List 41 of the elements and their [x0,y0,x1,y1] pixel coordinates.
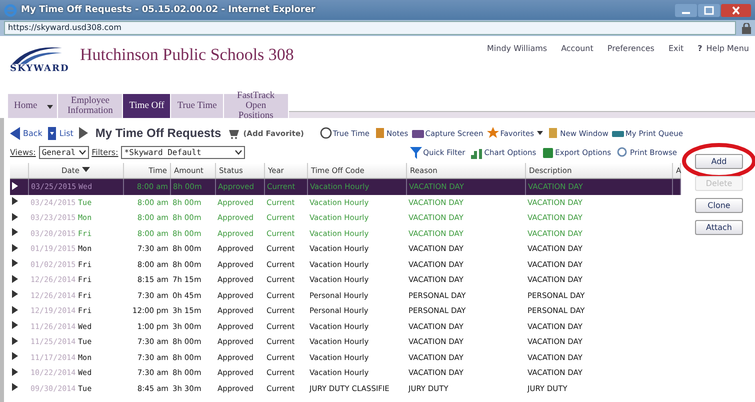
chevron-icon [78,150,86,155]
window-title: My Time Off Requests - 05.15.02.00.02 - Internet Explorer [21,5,316,15]
maximize-icon[interactable] [698,4,720,16]
filters-link[interactable]: Filters: [92,148,118,157]
header-link[interactable]: Preferences [607,44,654,53]
list-link[interactable]: List [59,128,74,138]
dropdown-caret-icon [537,131,544,135]
chevron-icon [235,150,242,155]
browser-icon [4,4,17,16]
help-link[interactable]: Help Menu [706,44,749,53]
help-icon: ? [698,44,702,53]
sort-caret-icon [82,167,90,173]
header-link[interactable]: Account [561,44,594,53]
chart-icon [471,146,484,158]
close-icon[interactable] [721,4,751,16]
caret-icon[interactable] [43,94,58,118]
header-link[interactable]: Mindy Williams [487,44,548,53]
nav-tab[interactable]: Time Off [123,94,170,118]
cart-icon[interactable] [228,128,240,138]
action-button[interactable]: Add [695,154,743,168]
funnel-icon [410,146,422,158]
star-icon [487,127,500,139]
back-link[interactable]: Back [23,128,42,138]
action-button[interactable]: Attach [695,220,743,234]
page-title: My Time Off Requests [95,126,222,140]
filter-dropdown[interactable]: *Skyward Default [121,146,246,159]
play-arrow-icon [79,127,88,139]
logo-text: SKYWARD [10,64,70,75]
back-arrow-icon[interactable] [10,126,20,140]
list-icon[interactable] [48,126,56,140]
lock-icon [742,22,751,34]
nav-tab[interactable]: Employee Information [58,94,122,118]
header-link[interactable]: Exit [668,44,684,53]
action-button[interactable]: Clone [695,198,743,212]
address-field[interactable]: https://skyward.usd308.com [4,21,736,35]
views-label: Views: [10,148,36,157]
school-name: Hutchinson Public Schools 308 [80,44,295,65]
nav-tab[interactable]: True Time [171,94,223,118]
nav-tab[interactable]: Home [8,94,44,118]
minimize-icon[interactable] [675,4,697,16]
views-dropdown[interactable]: General [38,146,89,159]
